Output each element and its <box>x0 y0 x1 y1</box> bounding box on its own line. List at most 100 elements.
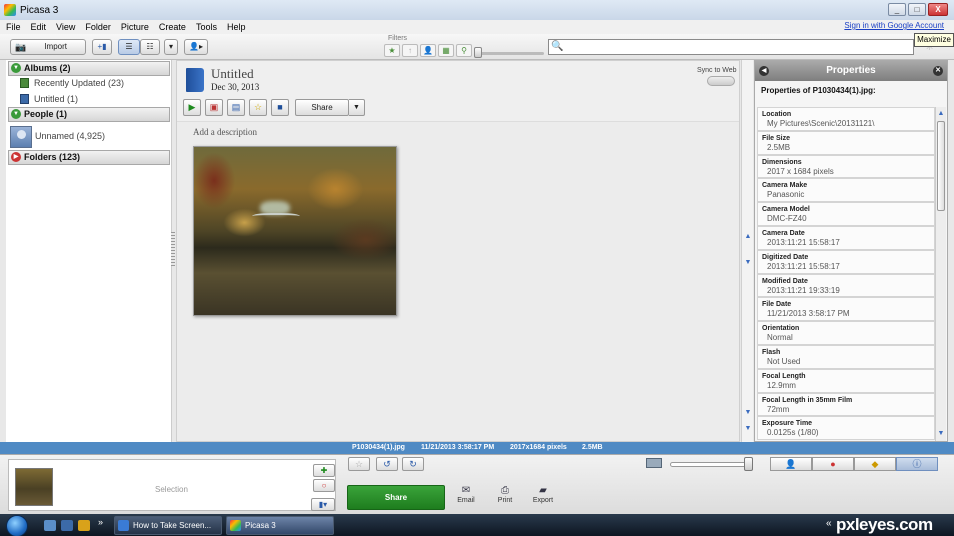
collage-icon: ▣ <box>209 102 219 112</box>
menu-file[interactable]: File <box>6 22 21 32</box>
switch-windows-icon[interactable] <box>61 520 73 531</box>
people-item-unnamed[interactable]: Unnamed (4,925) <box>35 131 105 141</box>
scroll-down-icon[interactable]: ▼ <box>743 258 753 268</box>
tree-view-button[interactable]: ☷ <box>140 39 160 55</box>
export-button[interactable]: ▰ Export <box>528 485 558 504</box>
share-photos-button[interactable]: Share <box>347 485 445 510</box>
search-input[interactable]: 🔍 <box>548 39 914 55</box>
view-dropdown-button[interactable]: ▾ <box>164 39 178 55</box>
add-description-field[interactable]: Add a description <box>193 127 257 137</box>
album-scrollbar[interactable]: ▲ ▼ ▼ ▼ <box>741 60 753 442</box>
close-icon[interactable]: ✕ <box>933 66 943 76</box>
person-avatar[interactable] <box>10 126 32 148</box>
property-name: Exposure Time <box>762 420 813 428</box>
property-name: Modified Date <box>762 277 808 285</box>
albums-section-header[interactable]: ▼ Albums (2) <box>8 61 170 76</box>
people-panel-button[interactable]: 👤 <box>770 457 812 471</box>
scroll-down-icon[interactable]: ▼ <box>743 408 753 418</box>
rotate-left-button[interactable]: ↺ <box>376 457 398 471</box>
show-desktop-icon[interactable] <box>44 520 56 531</box>
save-icon: ■ <box>277 102 283 112</box>
photo-thumbnail[interactable] <box>193 146 397 316</box>
print-button[interactable]: ⎙ Print <box>490 485 520 504</box>
scroll-up-icon[interactable]: ▲ <box>936 109 946 119</box>
star-button[interactable]: ☆ <box>249 99 267 116</box>
thumbnail-zoom-slider[interactable] <box>670 462 752 467</box>
property-row: Camera Make Panasonic <box>757 178 935 203</box>
scroll-down-icon[interactable]: ▼ <box>936 429 946 439</box>
tray-expand-icon[interactable]: « <box>826 518 832 529</box>
collage-button[interactable]: ▣ <box>205 99 223 116</box>
zoom-slider-handle[interactable] <box>744 457 753 471</box>
sign-in-link[interactable]: Sign in with Google Account <box>844 21 944 30</box>
album-icon <box>20 78 29 88</box>
filter-face-icon[interactable]: 👤 <box>420 44 436 57</box>
panel-resize-handle[interactable] <box>171 232 175 266</box>
taskbar-item-picasa[interactable]: Picasa 3 <box>226 516 334 535</box>
windows-taskbar: » How to Take Screen... Picasa 3 « pxley… <box>0 514 954 536</box>
movie-button[interactable]: ▤ <box>227 99 245 116</box>
sync-to-web-toggle[interactable] <box>707 76 735 86</box>
properties-scrollbar[interactable]: ▲ ▼ <box>935 107 946 441</box>
filter-movie-icon[interactable]: ▦ <box>438 44 454 57</box>
clear-icon: ○ <box>321 481 327 490</box>
menu-picture[interactable]: Picture <box>121 22 149 32</box>
people-section-header[interactable]: ▼ People (1) <box>8 107 170 122</box>
people-header-label: People (1) <box>24 109 68 119</box>
status-size: 2.5MB <box>582 444 603 451</box>
property-row: Exposure Time 0.0125s (1/80) <box>757 416 935 441</box>
filter-star-icon[interactable]: ★ <box>384 44 400 57</box>
close-button[interactable]: X <box>928 3 948 16</box>
play-slideshow-button[interactable]: ▶ <box>183 99 201 116</box>
property-value: Not Used <box>767 356 801 366</box>
album-title[interactable]: Untitled <box>211 66 254 82</box>
status-datetime: 11/21/2013 3:58:17 PM <box>421 444 495 451</box>
property-value: 2013:11:21 15:58:17 <box>767 261 840 271</box>
tray-star-button[interactable]: ☆ <box>348 457 370 471</box>
album-item-untitled[interactable]: Untitled (1) <box>20 94 78 104</box>
menu-edit[interactable]: Edit <box>31 22 47 32</box>
maximize-tooltip: Maximize <box>914 33 954 47</box>
scroll-up-icon[interactable]: ▲ <box>743 232 753 242</box>
quick-launch-overflow-icon[interactable]: » <box>98 517 103 527</box>
tags-panel-button[interactable]: ◆ <box>854 457 896 471</box>
media-player-icon[interactable] <box>78 520 90 531</box>
share-dropdown-button[interactable]: ▼ <box>349 99 365 116</box>
share-button[interactable]: Share <box>295 99 349 116</box>
filter-slider-handle[interactable] <box>474 47 482 58</box>
menu-create[interactable]: Create <box>159 22 186 32</box>
filter-geotag-icon[interactable]: ⚲ <box>456 44 472 57</box>
back-icon[interactable]: ◀ <box>759 66 769 76</box>
list-view-button[interactable]: ☰ <box>118 39 140 55</box>
add-to-album-button[interactable]: +▮ <box>92 39 112 55</box>
add-to-album-dropdown[interactable]: ▮▾ <box>311 498 335 511</box>
menu-tools[interactable]: Tools <box>196 22 217 32</box>
folders-section-header[interactable]: ▶ Folders (123) <box>8 150 170 165</box>
filter-upload-icon[interactable]: ↑ <box>402 44 418 57</box>
slideshow-button[interactable]: 👤▸ <box>184 39 208 55</box>
property-name: Camera Make <box>762 182 808 190</box>
places-panel-button[interactable]: ● <box>812 457 854 471</box>
start-button[interactable] <box>6 515 28 536</box>
properties-panel-button[interactable]: ⓘ <box>896 457 938 471</box>
scroll-down-icon[interactable]: ▼ <box>743 424 753 434</box>
save-button[interactable]: ■ <box>271 99 289 116</box>
minimize-button[interactable]: _ <box>888 3 906 16</box>
menu-folder[interactable]: Folder <box>85 22 111 32</box>
menu-view[interactable]: View <box>56 22 75 32</box>
print-label: Print <box>497 497 513 504</box>
info-icon: ⓘ <box>912 459 922 469</box>
selected-photo-thumbnail[interactable] <box>15 468 53 506</box>
import-button[interactable]: 📷 Import <box>10 39 86 55</box>
filter-date-slider[interactable] <box>476 52 544 55</box>
pin-icon: ✚ <box>320 466 328 475</box>
clear-tray-button[interactable]: ○ <box>313 479 335 492</box>
album-item-recently-updated[interactable]: Recently Updated (23) <box>20 78 124 88</box>
hold-pin-button[interactable]: ✚ <box>313 464 335 477</box>
taskbar-item-browser[interactable]: How to Take Screen... <box>114 516 222 535</box>
menu-help[interactable]: Help <box>227 22 246 32</box>
scrollbar-thumb[interactable] <box>937 121 945 211</box>
rotate-right-button[interactable]: ↻ <box>402 457 424 471</box>
maximize-button[interactable]: □ <box>908 3 926 16</box>
email-button[interactable]: ✉ Email <box>451 485 481 504</box>
